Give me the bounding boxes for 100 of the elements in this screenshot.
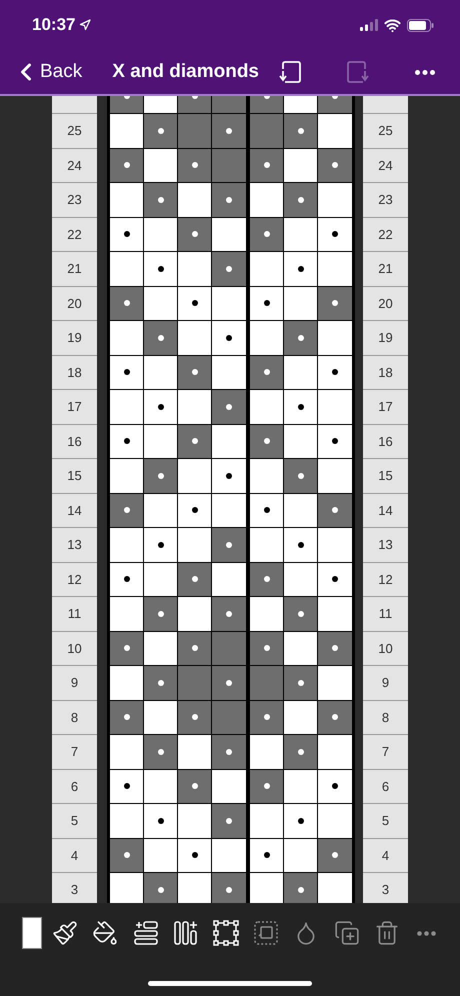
chart-cell[interactable] (284, 356, 318, 390)
chart-cell[interactable] (178, 424, 212, 459)
chart-cell[interactable] (144, 666, 178, 700)
chart-cell[interactable] (318, 286, 352, 321)
chart-cell[interactable] (178, 873, 212, 903)
chart-cell[interactable] (110, 597, 144, 632)
chart-cell[interactable] (250, 597, 284, 632)
chart-cell[interactable] (144, 114, 178, 148)
chart-cell[interactable] (110, 700, 144, 735)
chart-cell[interactable] (284, 183, 318, 218)
chart-cell[interactable] (144, 183, 178, 218)
color-swatch[interactable] (22, 917, 42, 949)
chart-cell[interactable] (284, 459, 318, 494)
chart-cell[interactable] (212, 459, 246, 494)
chart-cell[interactable] (284, 873, 318, 903)
chart-cell[interactable] (110, 183, 144, 218)
chart-cell[interactable] (212, 632, 246, 666)
chart-cell[interactable] (144, 424, 178, 459)
chart-cell[interactable] (178, 459, 212, 494)
chart-cell[interactable] (144, 528, 178, 562)
chart-cell[interactable] (212, 424, 246, 459)
chart-cell[interactable] (110, 804, 144, 838)
chart-cell[interactable] (144, 700, 178, 735)
chart-cell[interactable] (110, 218, 144, 252)
chart-cell[interactable] (178, 494, 212, 528)
chart-cell[interactable] (212, 148, 246, 183)
chart-cell[interactable] (318, 838, 352, 873)
chart-cell[interactable] (250, 390, 284, 424)
chart-cell[interactable] (318, 114, 352, 148)
chart-cell[interactable] (178, 356, 212, 390)
chart-cell[interactable] (144, 770, 178, 804)
chart-cell[interactable] (212, 700, 246, 735)
chart-cell[interactable] (110, 494, 144, 528)
chart-cell[interactable] (110, 356, 144, 390)
chart-cell[interactable] (212, 873, 246, 903)
chart-cell[interactable] (250, 218, 284, 252)
chart-cell[interactable] (110, 528, 144, 562)
chart-cell[interactable] (318, 424, 352, 459)
chart-cell[interactable] (178, 148, 212, 183)
chart-cell[interactable] (318, 770, 352, 804)
chart-cell[interactable] (144, 838, 178, 873)
chart-cell[interactable] (318, 562, 352, 597)
chart-cell[interactable] (178, 666, 212, 700)
chart-cell[interactable] (144, 632, 178, 666)
chart-cell[interactable] (212, 562, 246, 597)
chart-cell[interactable] (212, 666, 246, 700)
chart-cell[interactable] (250, 252, 284, 286)
chart-cell[interactable] (250, 321, 284, 356)
chart-cell[interactable] (144, 804, 178, 838)
chart-cell[interactable] (284, 494, 318, 528)
chart-cell[interactable] (250, 735, 284, 770)
chart-cell[interactable] (178, 735, 212, 770)
chart-cell[interactable] (110, 252, 144, 286)
chart-cell[interactable] (110, 321, 144, 356)
chart-cell[interactable] (318, 735, 352, 770)
chart-cell[interactable] (212, 252, 246, 286)
chart-cell[interactable] (110, 562, 144, 597)
chart-cell[interactable] (284, 218, 318, 252)
chart-cell[interactable] (178, 804, 212, 838)
chart-cell[interactable] (284, 700, 318, 735)
chart-cell[interactable] (144, 356, 178, 390)
chart-cell[interactable] (250, 700, 284, 735)
chart-cell[interactable] (212, 735, 246, 770)
chart-cell[interactable] (284, 562, 318, 597)
chart-cell[interactable] (178, 321, 212, 356)
chart-cell[interactable] (178, 286, 212, 321)
chart-cell[interactable] (212, 804, 246, 838)
chart-cell[interactable] (318, 252, 352, 286)
chart-cell[interactable] (318, 356, 352, 390)
chart-cell[interactable] (178, 114, 212, 148)
chart-cell[interactable] (212, 770, 246, 804)
chart-cell[interactable] (110, 148, 144, 183)
chart-cell[interactable] (318, 873, 352, 903)
chart-cell[interactable] (110, 114, 144, 148)
chart-cell[interactable] (318, 666, 352, 700)
chart-cell[interactable] (144, 562, 178, 597)
chart-cell[interactable] (144, 873, 178, 903)
chart-cell[interactable] (284, 735, 318, 770)
chart-cell[interactable] (250, 114, 284, 148)
chart-cell[interactable] (318, 218, 352, 252)
chart-cell[interactable] (212, 321, 246, 356)
chart-cell[interactable] (250, 873, 284, 903)
chart-cell[interactable] (250, 356, 284, 390)
chart-cell[interactable] (212, 218, 246, 252)
chart-cell[interactable] (318, 494, 352, 528)
chart-cell[interactable] (110, 632, 144, 666)
chart-cell[interactable] (284, 114, 318, 148)
chart-cell[interactable] (144, 218, 178, 252)
chart-cell[interactable] (284, 252, 318, 286)
chart-cell[interactable] (144, 459, 178, 494)
chart-cell[interactable] (178, 528, 212, 562)
chart-cell[interactable] (178, 183, 212, 218)
chart-cell[interactable] (212, 838, 246, 873)
chart-cell[interactable] (318, 804, 352, 838)
chart-cell[interactable] (212, 183, 246, 218)
chart-cell[interactable] (178, 252, 212, 286)
chart-cell[interactable] (250, 183, 284, 218)
chart-cell[interactable] (250, 770, 284, 804)
chart-cell[interactable] (212, 494, 246, 528)
chart-cell[interactable] (318, 183, 352, 218)
